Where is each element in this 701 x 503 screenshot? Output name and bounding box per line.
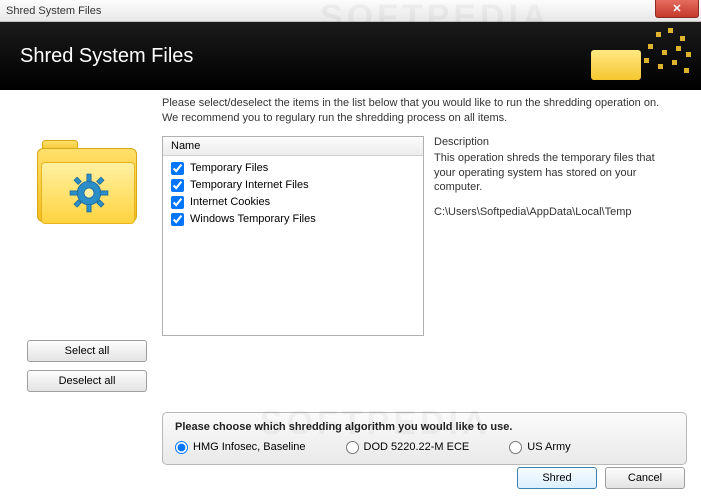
header: Shred System Files (0, 22, 701, 90)
list-header[interactable]: Name (163, 137, 423, 156)
items-list: Name Temporary Files Temporary Internet F… (162, 136, 424, 336)
item-label: Temporary Internet Files (190, 179, 309, 191)
instruction-text: Please select/deselect the items in the … (162, 96, 675, 126)
list-item[interactable]: Temporary Files (169, 160, 417, 177)
algorithm-label: HMG Infosec, Baseline (193, 441, 306, 453)
item-checkbox[interactable] (171, 213, 184, 226)
content: Please select/deselect the items in the … (0, 90, 701, 503)
close-button[interactable]: ✕ (655, 0, 699, 18)
algorithm-label: DOD 5220.22-M ECE (364, 441, 470, 453)
deselect-all-button[interactable]: Deselect all (27, 370, 147, 392)
algorithm-option[interactable]: DOD 5220.22-M ECE (346, 441, 470, 454)
item-label: Windows Temporary Files (190, 213, 316, 225)
folder-icon (591, 40, 641, 80)
algorithm-panel: Please choose which shredding algorithm … (162, 412, 687, 465)
algorithm-radio[interactable] (175, 441, 188, 454)
item-label: Internet Cookies (190, 196, 270, 208)
algorithm-option[interactable]: US Army (509, 441, 570, 454)
list-item[interactable]: Windows Temporary Files (169, 211, 417, 228)
shred-button[interactable]: Shred (517, 467, 597, 489)
window-title: Shred System Files (6, 5, 101, 17)
description-title: Description (434, 136, 689, 148)
cancel-button[interactable]: Cancel (605, 467, 685, 489)
header-title: Shred System Files (20, 45, 193, 68)
item-checkbox[interactable] (171, 179, 184, 192)
algorithm-radio[interactable] (509, 441, 522, 454)
column-name: Name (171, 140, 415, 152)
list-item[interactable]: Internet Cookies (169, 194, 417, 211)
big-folder-icon (32, 140, 142, 230)
item-checkbox[interactable] (171, 162, 184, 175)
gear-icon (68, 172, 110, 214)
description-path: C:\Users\Softpedia\AppData\Local\Temp (434, 205, 679, 220)
close-icon: ✕ (672, 2, 681, 15)
algorithm-option[interactable]: HMG Infosec, Baseline (175, 441, 306, 454)
header-art (521, 22, 701, 90)
algorithm-label: US Army (527, 441, 570, 453)
algorithm-radio[interactable] (346, 441, 359, 454)
description-text: This operation shreds the temporary file… (434, 151, 679, 196)
description-body: This operation shreds the temporary file… (434, 151, 689, 331)
algorithm-title: Please choose which shredding algorithm … (175, 421, 674, 433)
select-all-button[interactable]: Select all (27, 340, 147, 362)
list-item[interactable]: Temporary Internet Files (169, 177, 417, 194)
titlebar: Shred System Files ✕ (0, 0, 701, 22)
item-checkbox[interactable] (171, 196, 184, 209)
item-label: Temporary Files (190, 162, 268, 174)
